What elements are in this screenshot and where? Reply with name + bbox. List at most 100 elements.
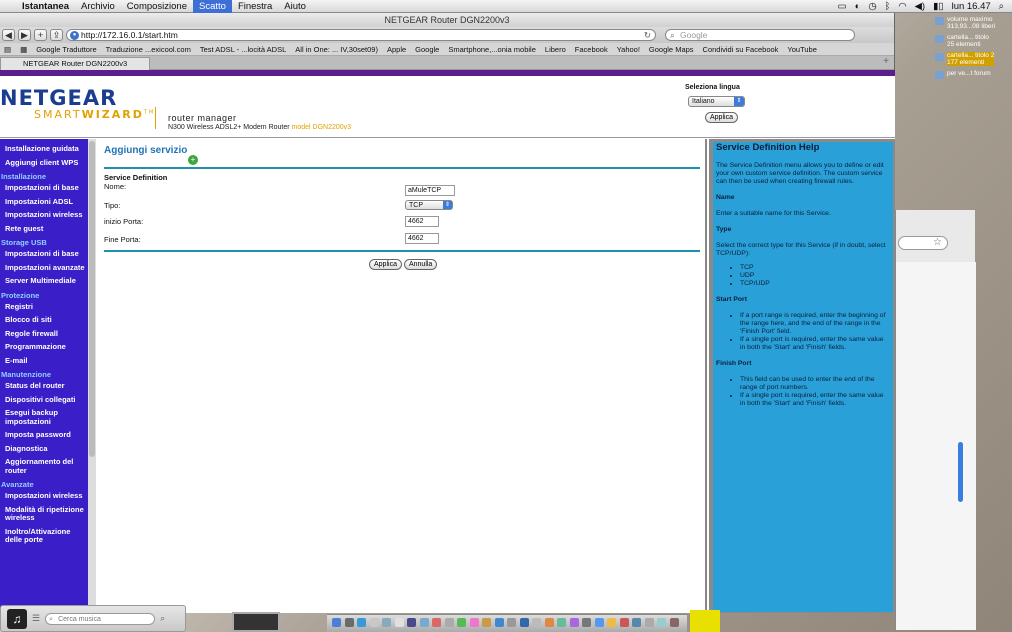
- name-input[interactable]: aMuleTCP: [405, 185, 455, 196]
- sidebar-item[interactable]: Aggiornamento del router: [0, 457, 88, 475]
- sidebar-item[interactable]: Inoltro/Attivazione delle porte: [0, 527, 88, 545]
- dock-app-icon[interactable]: [519, 618, 529, 627]
- bookmark-item[interactable]: Libero: [545, 45, 566, 54]
- dock-app-icon[interactable]: [582, 618, 591, 627]
- background-browser-window[interactable]: ☆: [895, 210, 976, 630]
- bookmark-item[interactable]: Google: [415, 45, 439, 54]
- bookmark-item[interactable]: Condividi su Facebook: [703, 45, 779, 54]
- type-select[interactable]: TCP ⇕: [405, 200, 453, 210]
- new-tab-button[interactable]: +: [883, 56, 889, 67]
- bookmark-item[interactable]: Google Maps: [649, 45, 694, 54]
- dock-app-icon[interactable]: [432, 618, 441, 627]
- dock-app-icon[interactable]: [669, 618, 679, 627]
- menu-app-name[interactable]: Istantanea: [16, 0, 75, 13]
- sidebar-item[interactable]: Installazione guidata: [0, 144, 88, 154]
- dock-app-icon[interactable]: [644, 618, 654, 627]
- dock-app-icon[interactable]: [332, 618, 341, 627]
- top-sites-icon[interactable]: ▦: [20, 45, 27, 54]
- language-select[interactable]: Italiano ⇕: [688, 96, 745, 107]
- sidebar-item[interactable]: Imposta password: [0, 430, 88, 440]
- language-apply-button[interactable]: Applica: [705, 112, 738, 123]
- dock-app-icon[interactable]: [594, 618, 604, 627]
- dock-app-icon[interactable]: [544, 618, 554, 627]
- menu-composizione[interactable]: Composizione: [121, 0, 193, 13]
- dock-app-icon[interactable]: [657, 618, 666, 627]
- bookmark-item[interactable]: All in One: ... IV,30set09): [295, 45, 378, 54]
- back-button[interactable]: ◀: [2, 29, 15, 41]
- dock-app-icon[interactable]: [632, 618, 641, 627]
- sidebar-item[interactable]: Esegui backup impostazioni: [0, 408, 88, 426]
- wifi-icon[interactable]: ◠: [898, 1, 906, 12]
- menu-finestra[interactable]: Finestra: [232, 0, 278, 13]
- share-button[interactable]: ⇪: [50, 29, 63, 41]
- dock-app-icon[interactable]: [507, 618, 516, 627]
- desktop-icon-folder-2[interactable]: cartella... titolo 2 177 elementi: [935, 52, 1012, 66]
- bookmark-item[interactable]: Yahoo!: [617, 45, 640, 54]
- search-field[interactable]: ⌕ Google: [665, 29, 855, 41]
- dock-app-icon[interactable]: [532, 618, 541, 627]
- sidebar-item[interactable]: Impostazioni di base: [0, 183, 88, 193]
- sidebar-item[interactable]: Rete guest: [0, 224, 88, 234]
- cancel-button[interactable]: Annulla: [403, 259, 438, 270]
- dock-app-icon[interactable]: [494, 618, 504, 627]
- dock-app-icon[interactable]: [469, 618, 479, 627]
- dock-app-icon[interactable]: [369, 618, 379, 627]
- dock-app-icon[interactable]: [357, 618, 366, 627]
- display-icon[interactable]: ▭: [838, 1, 847, 12]
- dock-app-icon[interactable]: [482, 618, 491, 627]
- dock-app-icon[interactable]: [344, 618, 354, 627]
- battery-icon[interactable]: ▮▯: [933, 1, 943, 12]
- spotlight-icon[interactable]: ⌕: [999, 1, 1004, 12]
- bookmark-item[interactable]: Google Traduttore: [36, 45, 96, 54]
- start-port-input[interactable]: 4662: [405, 216, 439, 227]
- sidebar-item[interactable]: Server Multimediale: [0, 276, 88, 286]
- end-port-input[interactable]: 4662: [405, 233, 439, 244]
- dock-app-icon[interactable]: [607, 618, 616, 627]
- itunes-search-input[interactable]: ⌕ Cerca musica: [45, 612, 156, 625]
- sidebar-item[interactable]: Blocco di siti: [0, 315, 88, 325]
- sidebar-item[interactable]: Diagnostica: [0, 444, 88, 454]
- time-machine-icon[interactable]: ◷: [868, 1, 876, 12]
- bookmark-item[interactable]: Smartphone,...onia mobile: [448, 45, 536, 54]
- sidebar-scrollbar[interactable]: [88, 139, 96, 613]
- bookmark-star-icon[interactable]: ☆: [933, 237, 942, 248]
- scrollbar-thumb[interactable]: [89, 141, 95, 457]
- desktop-icon-file[interactable]: per ve...t forum: [935, 70, 1012, 79]
- menu-archivio[interactable]: Archivio: [75, 0, 121, 13]
- list-icon[interactable]: ☰: [32, 613, 40, 624]
- sidebar-item[interactable]: Programmazione: [0, 342, 88, 352]
- dock-app-icon[interactable]: [457, 618, 466, 627]
- itunes-icon[interactable]: ♫: [7, 608, 27, 629]
- sidebar-item[interactable]: Impostazioni wireless: [0, 210, 88, 220]
- bookmark-item[interactable]: Facebook: [575, 45, 608, 54]
- desktop-icon-folder-1[interactable]: cartella... titolo 25 elementi: [935, 34, 1012, 48]
- dock-app-icon[interactable]: [407, 618, 416, 627]
- dock-app-icon[interactable]: [419, 618, 429, 627]
- desktop-icon-volume[interactable]: volume maximo 313,93...08 liberi: [935, 16, 1012, 30]
- bookmark-item[interactable]: YouTube: [787, 45, 816, 54]
- menu-scatto[interactable]: Scatto: [193, 0, 232, 13]
- scrollbar[interactable]: [958, 442, 963, 502]
- dock-app-icon[interactable]: [394, 618, 404, 627]
- forward-button[interactable]: ▶: [18, 29, 31, 41]
- show-bookmarks-icon[interactable]: ▤: [4, 45, 11, 54]
- bookmark-item[interactable]: Traduzione ...exicool.com: [106, 45, 191, 54]
- volume-icon[interactable]: ◀): [915, 1, 925, 12]
- sidebar-item[interactable]: Modalità di ripetizione wireless: [0, 505, 88, 523]
- sidebar-item[interactable]: E-mail: [0, 356, 88, 366]
- dock-app-icon[interactable]: [557, 618, 566, 627]
- bookmark-item[interactable]: Apple: [387, 45, 406, 54]
- clock[interactable]: lun 16.47: [952, 1, 991, 12]
- apply-button[interactable]: Applica: [369, 259, 402, 270]
- add-bookmark-button[interactable]: +: [34, 29, 47, 41]
- bluetooth-icon[interactable]: ᛒ: [885, 1, 891, 12]
- sidebar-item[interactable]: Regole firewall: [0, 329, 88, 339]
- reload-icon[interactable]: ↻: [644, 30, 651, 41]
- search-icon[interactable]: ⌕: [160, 613, 165, 624]
- sidebar-item[interactable]: Status del router: [0, 381, 88, 391]
- help-content[interactable]: Service Definition Help The Service Defi…: [713, 142, 893, 612]
- address-bar[interactable]: ● http://172.16.0.1/start.htm ↻: [66, 29, 656, 41]
- sidebar-item[interactable]: Impostazioni wireless: [0, 491, 88, 501]
- sidebar-item[interactable]: Impostazioni di base: [0, 249, 88, 259]
- sidebar-item[interactable]: Aggiungi client WPS: [0, 158, 88, 168]
